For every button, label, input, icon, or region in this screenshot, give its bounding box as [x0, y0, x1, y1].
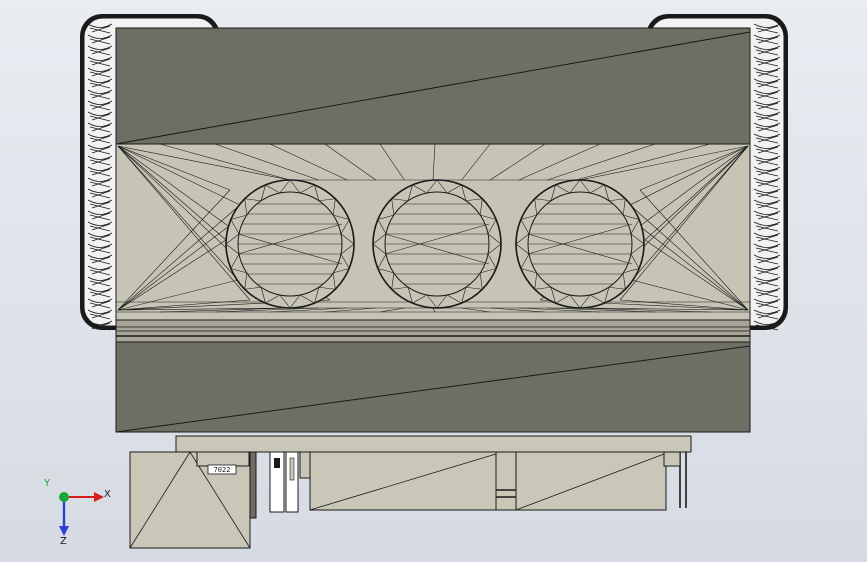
x-axis-label: X [104, 489, 111, 500]
body-band [115, 319, 751, 343]
body-lower-face [115, 341, 751, 433]
circular-port-3 [515, 179, 645, 309]
z-axis-arrow [59, 497, 69, 536]
component-label: 7022 [214, 466, 231, 474]
control-box [129, 451, 251, 549]
x-axis-arrow [64, 492, 104, 502]
z-axis-label: Z [60, 536, 67, 547]
y-axis-marker [59, 492, 69, 502]
y-axis-label: Y [43, 478, 51, 489]
body-top-face [115, 27, 751, 145]
battery-pack [309, 451, 681, 511]
connector-bracket [249, 451, 311, 519]
circular-port-2 [372, 179, 502, 309]
cad-viewport[interactable]: 7022 X Y Z [0, 0, 867, 562]
circular-port-1 [225, 179, 355, 309]
coordinate-triad[interactable]: X Y Z [43, 478, 111, 547]
